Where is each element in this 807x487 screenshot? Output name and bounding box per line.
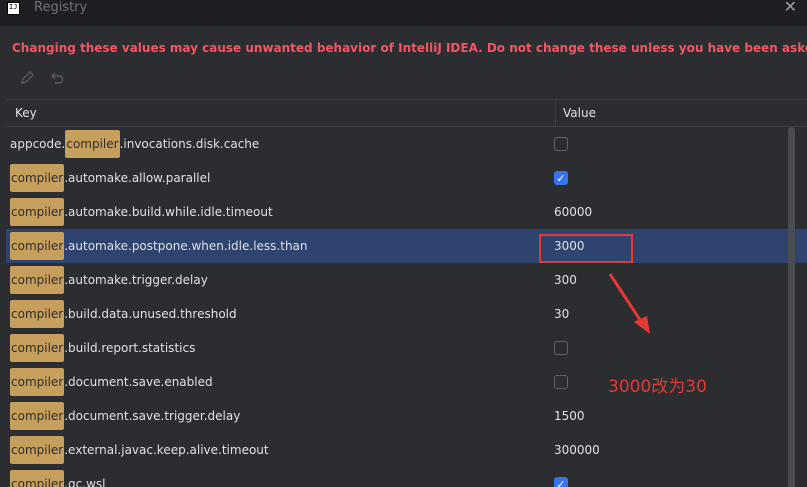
warning-text: Changing these values may cause unwanted… <box>12 41 807 55</box>
registry-key: compiler.automake.trigger.delay <box>6 266 545 294</box>
checkbox-checked[interactable]: ✓ <box>554 171 568 185</box>
key-prefix: appcode. <box>10 137 66 151</box>
annotation-arrow <box>608 273 650 334</box>
key-suffix: .document.save.trigger.delay <box>64 409 241 423</box>
registry-key: compiler.document.save.enabled <box>6 368 545 396</box>
key-suffix: .automake.allow.parallel <box>64 171 211 185</box>
value-text[interactable]: 30 <box>554 307 569 321</box>
checkbox-unchecked[interactable] <box>554 375 568 389</box>
close-icon[interactable]: ✕ <box>784 0 797 16</box>
value-text[interactable]: 1500 <box>554 409 585 423</box>
registry-key: compiler.build.data.unused.threshold <box>6 300 545 328</box>
column-header-key[interactable]: Key <box>6 100 556 126</box>
title-bar: IJ _ Registry ✕ <box>0 0 807 26</box>
table-row[interactable]: compiler.automake.allow.parallel ✓ <box>6 161 807 195</box>
pencil-icon[interactable] <box>18 70 36 88</box>
registry-key: compiler.automake.allow.parallel <box>6 164 545 192</box>
key-suffix: .document.save.enabled <box>64 375 213 389</box>
registry-key: appcode.compiler.invocations.disk.cache <box>6 130 545 158</box>
registry-value[interactable] <box>545 137 794 151</box>
value-text[interactable]: 60000 <box>554 205 592 219</box>
key-suffix: .external.javac.keep.alive.timeout <box>64 443 269 457</box>
key-suffix: .invocations.disk.cache <box>119 137 260 151</box>
key-suffix: .automake.build.while.idle.timeout <box>64 205 273 219</box>
vertical-scrollbar[interactable] <box>788 127 795 487</box>
table-row[interactable]: compiler.build.report.statistics <box>6 331 807 365</box>
column-header-value[interactable]: Value <box>556 100 596 126</box>
window-title: Registry <box>34 0 88 15</box>
table-row[interactable]: compiler.external.javac.keep.alive.timeo… <box>6 433 807 467</box>
table-row[interactable]: compiler.automake.build.while.idle.timeo… <box>6 195 807 229</box>
search-match-highlight: compiler <box>10 198 65 226</box>
registry-table: Key Value appcode.compiler.invocations.d… <box>6 99 807 487</box>
registry-value[interactable]: ✓ <box>545 171 794 185</box>
registry-key: compiler.automake.build.while.idle.timeo… <box>6 198 545 226</box>
search-match-highlight: compiler <box>65 130 120 158</box>
registry-value[interactable]: 300 <box>545 273 794 287</box>
registry-key: compiler.document.save.trigger.delay <box>6 402 545 430</box>
intellij-app-icon: IJ _ <box>7 2 20 15</box>
annotation-highlight-box <box>539 234 633 263</box>
search-match-highlight: compiler <box>10 470 65 487</box>
key-suffix: .automake.trigger.delay <box>64 273 208 287</box>
registry-key: compiler.build.report.statistics <box>6 334 545 362</box>
table-row[interactable]: compiler.document.save.trigger.delay 1500 <box>6 399 807 433</box>
search-match-highlight: compiler <box>10 334 65 362</box>
search-match-highlight: compiler <box>10 436 65 464</box>
table-row[interactable]: compiler.gc.wsl ✓ <box>6 467 807 487</box>
toolbar <box>18 70 66 88</box>
table-row[interactable]: compiler.build.data.unused.threshold 30 <box>6 297 807 331</box>
checkbox-unchecked[interactable] <box>554 137 568 151</box>
registry-value[interactable] <box>545 341 794 355</box>
registry-value[interactable]: 60000 <box>545 205 794 219</box>
search-match-highlight: compiler <box>10 402 65 430</box>
key-suffix: .build.report.statistics <box>64 341 196 355</box>
table-body: appcode.compiler.invocations.disk.cache c… <box>6 127 807 487</box>
table-row[interactable]: compiler.automake.postpone.when.idle.les… <box>6 229 807 263</box>
registry-key: compiler.automake.postpone.when.idle.les… <box>6 232 545 260</box>
undo-icon[interactable] <box>48 70 66 88</box>
table-row[interactable]: compiler.automake.trigger.delay 300 <box>6 263 807 297</box>
search-match-highlight: compiler <box>10 266 65 294</box>
table-header: Key Value <box>6 100 807 127</box>
value-text[interactable]: 300000 <box>554 443 600 457</box>
search-match-highlight: compiler <box>10 368 65 396</box>
registry-key: compiler.external.javac.keep.alive.timeo… <box>6 436 545 464</box>
key-suffix: .automake.postpone.when.idle.less.than <box>64 239 308 253</box>
registry-value[interactable]: 1500 <box>545 409 794 423</box>
value-text[interactable]: 300 <box>554 273 577 287</box>
search-match-highlight: compiler <box>10 164 65 192</box>
table-row[interactable]: appcode.compiler.invocations.disk.cache <box>6 127 807 161</box>
registry-value[interactable]: 300000 <box>545 443 794 457</box>
search-match-highlight: compiler <box>10 232 65 260</box>
warning-banner: Changing these values may cause unwanted… <box>6 36 807 60</box>
registry-value[interactable]: 30 <box>545 307 794 321</box>
annotation-note: 3000改为30 <box>608 377 707 397</box>
key-suffix: .build.data.unused.threshold <box>64 307 237 321</box>
search-match-highlight: compiler <box>10 300 65 328</box>
checkbox-unchecked[interactable] <box>554 341 568 355</box>
